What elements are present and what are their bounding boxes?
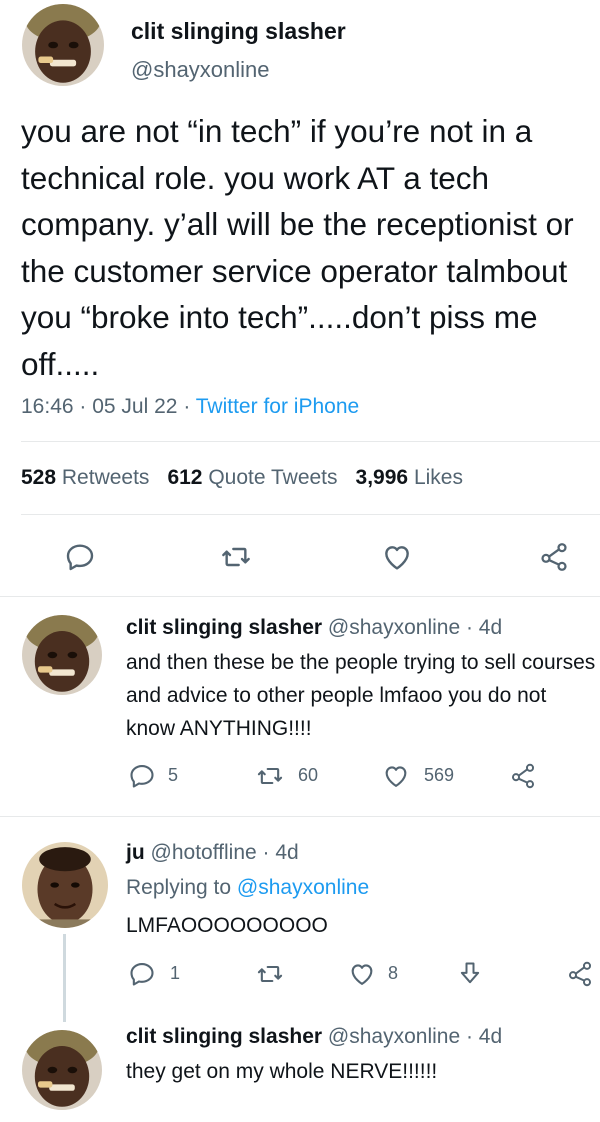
meta-separator: · bbox=[183, 395, 196, 418]
quotes-label: Quote Tweets bbox=[208, 466, 338, 489]
main-tweet-text: you are not “in tech” if you’re not in a… bbox=[21, 113, 574, 382]
reply-text: LMFAOOOOOOOOO bbox=[126, 914, 328, 937]
replying-to: Replying to @shayxonline bbox=[126, 876, 369, 900]
divider bbox=[21, 514, 600, 515]
meta-separator: · bbox=[79, 395, 93, 418]
reply-avatar[interactable] bbox=[22, 842, 108, 928]
reply-header: clit slinging slasher @shayxonline · 4d bbox=[126, 616, 502, 640]
quotes-count: 612 bbox=[167, 466, 203, 489]
retweets-stat[interactable]: 528 Retweets bbox=[21, 466, 149, 489]
reply-count: 1 bbox=[170, 963, 181, 983]
like-count: 569 bbox=[424, 765, 455, 785]
reply-header: clit slinging slasher @shayxonline · 4d bbox=[126, 1025, 502, 1049]
retweet-count: 60 bbox=[298, 765, 319, 785]
reply-avatar[interactable] bbox=[22, 1030, 102, 1110]
reply-handle-time[interactable]: @hotoffline · 4d bbox=[151, 841, 299, 864]
like-count: 8 bbox=[388, 963, 399, 983]
reply-display-name[interactable]: clit slinging slasher bbox=[126, 616, 322, 639]
reply-icon[interactable] bbox=[128, 762, 156, 790]
share-icon[interactable] bbox=[538, 541, 570, 573]
reply-handle-time[interactable]: @shayxonline · 4d bbox=[328, 616, 502, 639]
retweets-count: 528 bbox=[21, 466, 57, 489]
avatar-image bbox=[22, 842, 108, 928]
replying-prefix: Replying to bbox=[126, 876, 232, 899]
reply-icon[interactable] bbox=[128, 960, 156, 988]
main-display-name[interactable]: clit slinging slasher bbox=[131, 18, 346, 45]
tweet-source[interactable]: Twitter for iPhone bbox=[196, 395, 359, 418]
heart-icon[interactable] bbox=[381, 541, 413, 573]
reply-text: they get on my whole NERVE!!!!!! bbox=[126, 1060, 438, 1083]
reply-display-name[interactable]: clit slinging slasher bbox=[126, 1025, 322, 1048]
tweet-stats: 528 Retweets 612 Quote Tweets 3,996 Likes bbox=[21, 466, 463, 490]
likes-count: 3,996 bbox=[355, 466, 409, 489]
reply-avatar[interactable] bbox=[22, 615, 102, 695]
share-icon[interactable] bbox=[566, 960, 594, 988]
reply-text: and then these be the people trying to s… bbox=[126, 651, 596, 740]
divider bbox=[21, 441, 600, 442]
reply-header: ju @hotoffline · 4d bbox=[126, 841, 299, 865]
retweet-icon[interactable] bbox=[256, 762, 284, 790]
quotes-stat[interactable]: 612 Quote Tweets bbox=[167, 466, 337, 489]
avatar-image bbox=[22, 615, 102, 695]
retweet-icon[interactable] bbox=[256, 960, 284, 988]
heart-icon[interactable] bbox=[382, 762, 410, 790]
thread-line bbox=[63, 934, 66, 1022]
replying-mention[interactable]: @shayxonline bbox=[237, 876, 369, 899]
main-handle[interactable]: @shayxonline bbox=[131, 57, 270, 83]
divider bbox=[0, 816, 600, 817]
divider bbox=[0, 596, 600, 597]
tweet-time[interactable]: 16:46 bbox=[21, 395, 74, 418]
download-icon[interactable] bbox=[456, 960, 484, 988]
avatar-image bbox=[22, 1030, 102, 1110]
main-avatar[interactable] bbox=[22, 4, 104, 86]
likes-label: Likes bbox=[413, 466, 463, 489]
reply-icon[interactable] bbox=[64, 541, 96, 573]
reply-handle-time[interactable]: @shayxonline · 4d bbox=[328, 1025, 502, 1048]
tweet-date[interactable]: 05 Jul 22 bbox=[92, 395, 177, 418]
reply-display-name[interactable]: ju bbox=[126, 841, 145, 864]
retweets-label: Retweets bbox=[61, 466, 150, 489]
reply-count: 5 bbox=[168, 765, 179, 785]
avatar-image bbox=[22, 4, 104, 86]
heart-icon[interactable] bbox=[348, 960, 376, 988]
likes-stat[interactable]: 3,996 Likes bbox=[356, 466, 463, 489]
share-icon[interactable] bbox=[509, 762, 537, 790]
retweet-icon[interactable] bbox=[220, 541, 252, 573]
tweet-meta: 16:46 · 05 Jul 22 · Twitter for iPhone bbox=[21, 395, 359, 419]
